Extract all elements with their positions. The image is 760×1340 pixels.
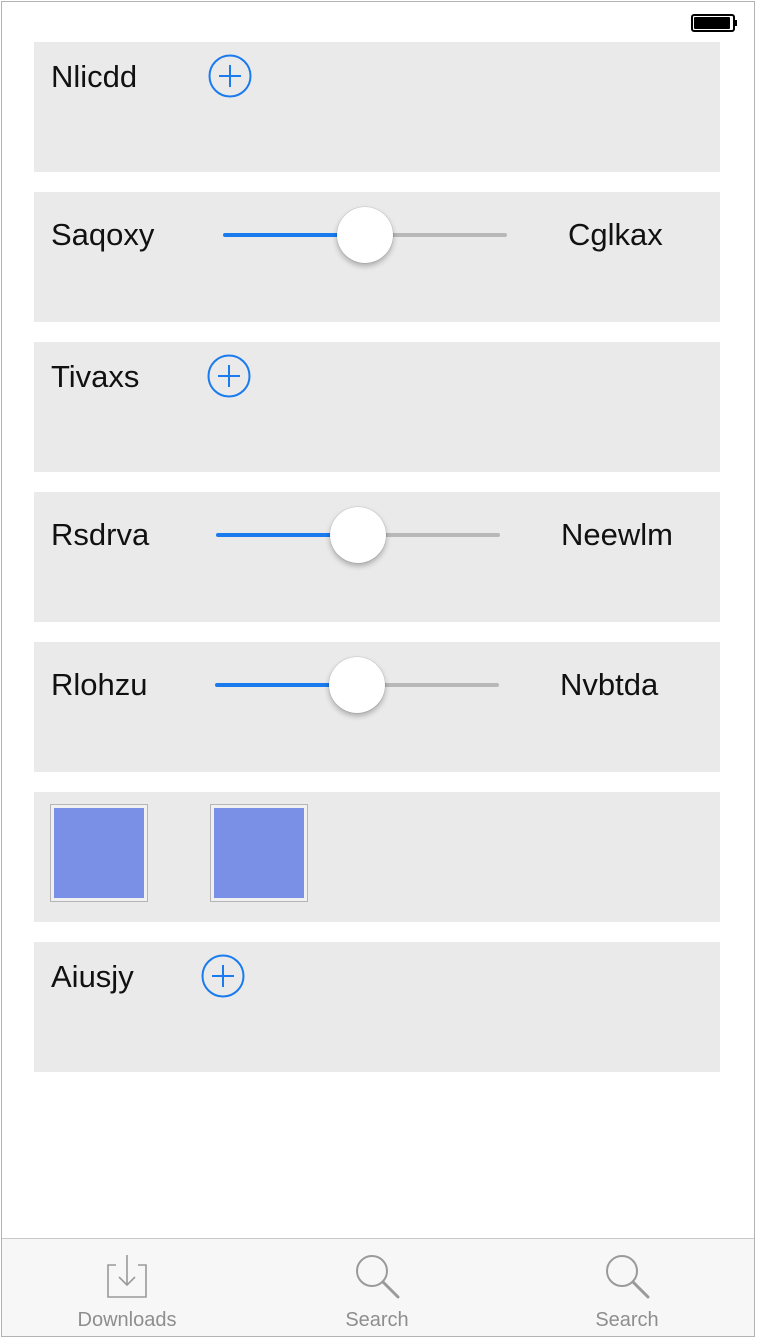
- row-label: Aiusjy: [51, 959, 134, 994]
- plus-circle-icon[interactable]: [207, 354, 251, 398]
- slider[interactable]: [216, 507, 500, 563]
- row-card: Nlicdd: [34, 42, 720, 172]
- row-card: Rsdrva Neewlm: [34, 492, 720, 622]
- tab-search[interactable]: Search: [502, 1239, 752, 1336]
- slider-max-label: Cglkax: [568, 217, 663, 252]
- row-card: [34, 792, 720, 922]
- magnifier-icon: [606, 1255, 650, 1299]
- slider-thumb[interactable]: [330, 507, 386, 563]
- color-swatch-fill: [214, 808, 304, 898]
- color-swatch[interactable]: [50, 804, 148, 902]
- app-screen: Nlicdd Saqoxy Cglkax Tivaxs Rsdrva Neewl…: [1, 1, 755, 1337]
- slider-thumb[interactable]: [329, 657, 385, 713]
- slider-thumb[interactable]: [337, 207, 393, 263]
- slider-max-label: Nvbtda: [560, 667, 659, 702]
- slider-min-label: Rlohzu: [51, 667, 148, 702]
- tab-label: Search: [345, 1309, 409, 1331]
- row-label: Tivaxs: [51, 359, 140, 394]
- color-swatch[interactable]: [210, 804, 308, 902]
- row-label: Nlicdd: [51, 59, 138, 94]
- slider-min-label: Rsdrva: [51, 517, 150, 552]
- slider-max-label: Neewlm: [561, 517, 673, 552]
- plus-circle-icon[interactable]: [201, 954, 245, 998]
- row-card: Tivaxs: [34, 342, 720, 472]
- row-card: Saqoxy Cglkax: [34, 192, 720, 322]
- tab-label: Downloads: [77, 1309, 177, 1331]
- tab-downloads[interactable]: Downloads: [2, 1239, 252, 1336]
- battery-full-icon: [691, 14, 737, 32]
- tab-search[interactable]: Search: [252, 1239, 502, 1336]
- download-tray-icon: [107, 1255, 147, 1298]
- tab-label: Search: [595, 1309, 659, 1331]
- plus-circle-icon[interactable]: [208, 54, 252, 98]
- slider-min-label: Saqoxy: [51, 217, 155, 252]
- magnifier-icon: [356, 1255, 400, 1299]
- row-card: Aiusjy: [34, 942, 720, 1072]
- slider[interactable]: [215, 657, 499, 713]
- color-swatch-fill: [54, 808, 144, 898]
- row-card: Rlohzu Nvbtda: [34, 642, 720, 772]
- slider[interactable]: [223, 207, 507, 263]
- tab-bar: Downloads Search Search: [2, 1238, 754, 1336]
